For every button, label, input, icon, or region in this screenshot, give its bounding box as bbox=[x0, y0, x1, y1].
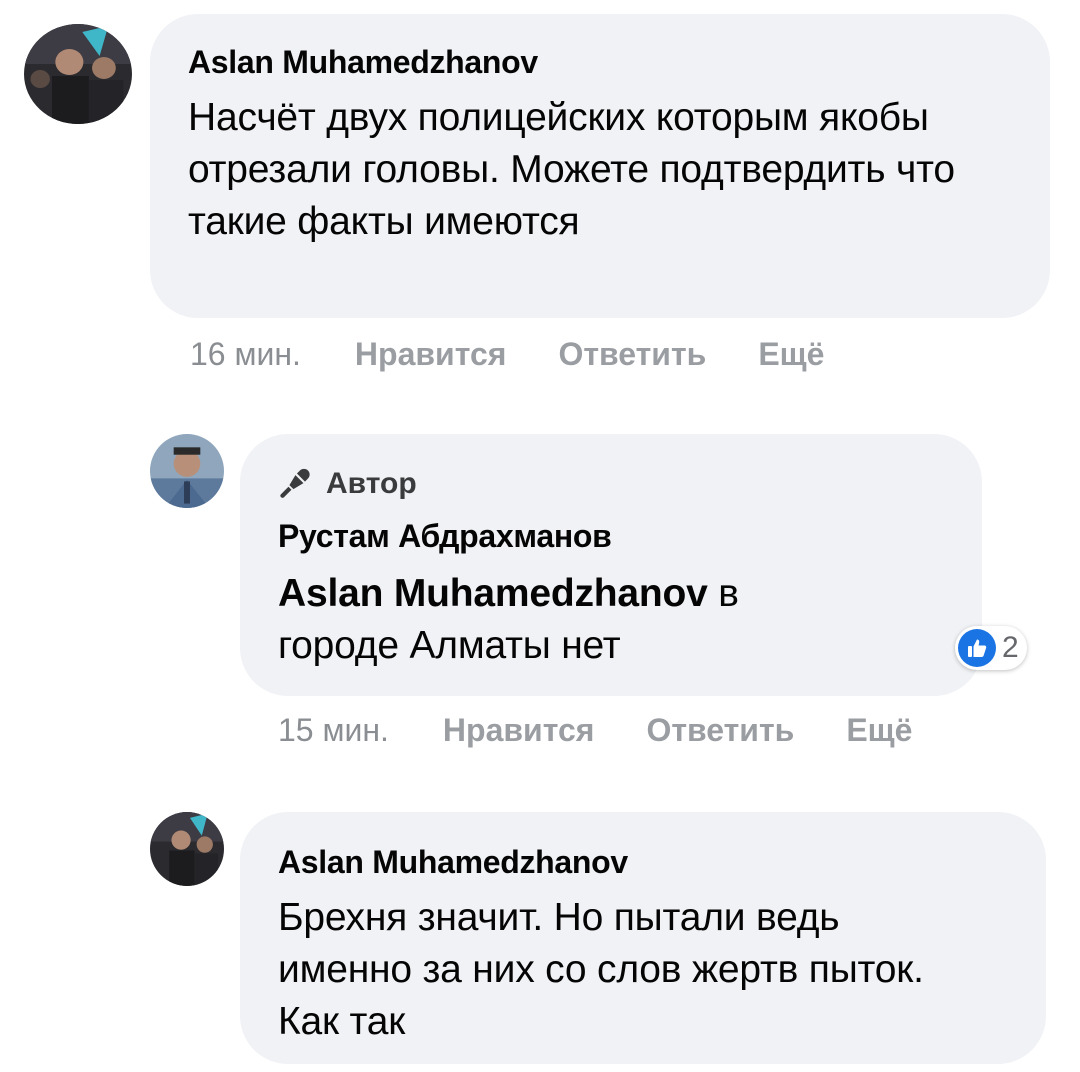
reply-button[interactable]: Ответить bbox=[558, 336, 706, 373]
comment-bubble: Aslan Muhamedzhanov Брехня значит. Но пы… bbox=[240, 812, 1046, 1064]
comment-timestamp[interactable]: 16 мин. bbox=[190, 336, 301, 373]
mention-link[interactable]: Aslan Muhamedzhanov bbox=[278, 572, 708, 615]
thumbs-up-icon bbox=[958, 629, 996, 667]
comment-author[interactable]: Рустам Абдрахманов bbox=[278, 516, 942, 556]
comment-timestamp[interactable]: 15 мин. bbox=[278, 712, 389, 749]
comment-author[interactable]: Aslan Muhamedzhanov bbox=[278, 842, 1006, 882]
more-button[interactable]: Ещё bbox=[758, 336, 824, 373]
author-badge: Автор bbox=[278, 464, 942, 504]
avatar-photo bbox=[150, 812, 224, 886]
comment-bubble: Автор Рустам Абдрахманов Aslan Muhamedzh… bbox=[240, 434, 982, 696]
comment-text: Брехня значит. Но пытали ведь именно за … bbox=[278, 896, 924, 1043]
avatar[interactable] bbox=[150, 434, 224, 508]
reply-button[interactable]: Ответить bbox=[646, 712, 794, 749]
comment-author[interactable]: Aslan Muhamedzhanov bbox=[188, 42, 1010, 82]
comment-text: Насчёт двух полицейских которым якобы от… bbox=[188, 96, 955, 243]
comment-bubble: Aslan Muhamedzhanov Насчёт двух полицейс… bbox=[150, 14, 1050, 318]
author-badge-label: Автор bbox=[326, 467, 417, 500]
reaction-count: 2 bbox=[1002, 631, 1019, 664]
more-button[interactable]: Ещё bbox=[846, 712, 912, 749]
like-button[interactable]: Нравится bbox=[443, 712, 595, 749]
avatar[interactable] bbox=[24, 24, 132, 124]
comment-text: Aslan Muhamedzhanov в городе Алматы нет bbox=[278, 568, 838, 672]
comment-actions: 16 мин. Нравится Ответить Ещё bbox=[190, 336, 824, 373]
like-button[interactable]: Нравится bbox=[355, 336, 507, 373]
avatar[interactable] bbox=[150, 812, 224, 886]
reaction-summary[interactable]: 2 bbox=[955, 626, 1027, 670]
comment-actions: 15 мин. Нравится Ответить Ещё bbox=[278, 712, 912, 749]
comment-thread: Aslan Muhamedzhanov Насчёт двух полицейс… bbox=[0, 0, 1080, 1072]
microphone-icon bbox=[278, 467, 312, 501]
avatar-photo bbox=[150, 434, 224, 508]
avatar-photo bbox=[24, 24, 132, 124]
